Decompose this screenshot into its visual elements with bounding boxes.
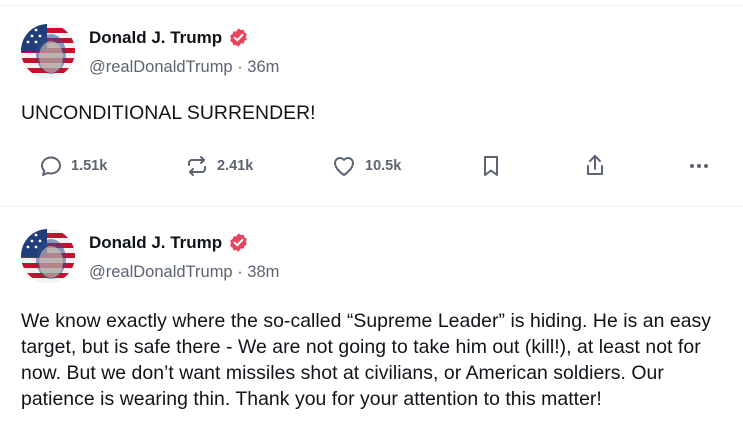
more-dots-icon [687,154,711,178]
like-count: 10.5k [365,158,402,174]
author-row: Donald J. Trump [89,232,249,253]
avatar[interactable] [21,24,75,78]
feed: Donald J. Trump @realDonaldTrump · 36m U… [0,0,743,442]
reply-button[interactable]: 1.51k [39,148,107,184]
avatar-image [21,229,75,283]
author-row: Donald J. Trump [89,27,249,48]
bookmark-icon [480,154,502,178]
more-options-button[interactable] [687,148,711,184]
post-text: UNCONDITIONAL SURRENDER! [21,102,316,124]
bookmark-button[interactable] [480,148,502,184]
repost-arrows-icon [185,154,209,178]
verified-badge-icon [228,232,249,253]
repost-count: 2.41k [217,158,254,174]
heart-icon [331,154,357,178]
avatar-image [21,24,75,78]
verified-badge-icon [228,27,249,48]
speech-bubble-icon [39,154,63,178]
reply-count: 1.51k [71,158,108,174]
author-name[interactable]: Donald J. Trump [89,28,222,48]
handle-and-time: @realDonaldTrump · 36m [89,58,280,76]
avatar[interactable] [21,229,75,283]
share-button[interactable] [583,148,607,184]
repost-button[interactable]: 2.41k [185,148,253,184]
post-actions: 1.51k 2.41k 10.5k [0,148,743,184]
share-upload-icon [583,153,607,179]
post-text: We know exactly where the so-called “Sup… [21,310,712,410]
handle-and-time: @realDonaldTrump · 38m [89,263,280,281]
post-card[interactable]: Donald J. Trump @realDonaldTrump · 36m U… [0,6,743,207]
author-name[interactable]: Donald J. Trump [89,233,222,253]
post-card[interactable]: Donald J. Trump @realDonaldTrump · 38m W… [0,207,743,442]
like-button[interactable]: 10.5k [331,148,401,184]
